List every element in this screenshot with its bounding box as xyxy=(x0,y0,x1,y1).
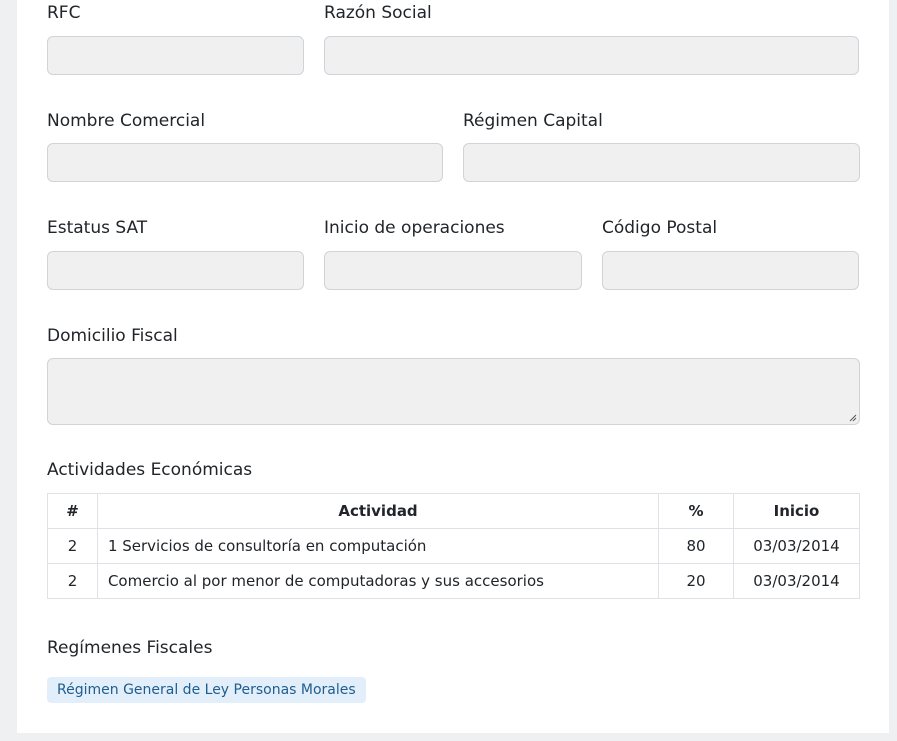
domicilio-fiscal-label: Domicilio Fiscal xyxy=(47,326,178,346)
col-actividad-header: Actividad xyxy=(96,493,660,529)
rfc-label: RFC xyxy=(47,3,81,23)
col-pct-header: % xyxy=(658,493,734,529)
row-actividad: 1 Servicios de consultoría en computació… xyxy=(96,528,660,564)
codigo-postal-field[interactable] xyxy=(602,251,859,290)
table-header-row: # Actividad % Inicio xyxy=(47,493,860,529)
table-row: 2 Comercio al por menor de computadoras … xyxy=(47,563,860,599)
estatus-sat-field[interactable] xyxy=(47,251,304,290)
regimen-capital-label: Régimen Capital xyxy=(463,111,603,131)
row-num: 2 xyxy=(47,528,98,564)
row-pct: 80 xyxy=(658,528,734,564)
inicio-operaciones-label: Inicio de operaciones xyxy=(324,218,505,238)
col-num-header: # xyxy=(47,493,98,529)
actividades-table: # Actividad % Inicio 2 1 Servicios de co… xyxy=(47,493,860,599)
estatus-sat-label: Estatus SAT xyxy=(47,218,148,238)
table-row: 2 1 Servicios de consultoría en computac… xyxy=(47,528,860,564)
row-inicio: 03/03/2014 xyxy=(733,528,860,564)
nombre-comercial-label: Nombre Comercial xyxy=(47,111,206,131)
regimenes-title: Regímenes Fiscales xyxy=(47,638,213,658)
row-pct: 20 xyxy=(658,563,734,599)
razon-social-field[interactable] xyxy=(324,36,859,75)
row-num: 2 xyxy=(47,563,98,599)
actividades-title: Actividades Económicas xyxy=(47,460,253,480)
row-inicio: 03/03/2014 xyxy=(733,563,860,599)
row-actividad: Comercio al por menor de computadoras y … xyxy=(96,563,660,599)
codigo-postal-label: Código Postal xyxy=(602,218,718,238)
rfc-field[interactable] xyxy=(47,36,304,75)
regimen-badge: Régimen General de Ley Personas Morales xyxy=(47,677,366,703)
razon-social-label: Razón Social xyxy=(324,3,432,23)
domicilio-fiscal-textarea[interactable] xyxy=(47,358,860,425)
regimen-capital-field[interactable] xyxy=(463,143,860,182)
nombre-comercial-field[interactable] xyxy=(47,143,443,182)
inicio-operaciones-field[interactable] xyxy=(324,251,582,290)
col-inicio-header: Inicio xyxy=(733,493,860,529)
resize-grip-icon[interactable] xyxy=(849,414,857,422)
